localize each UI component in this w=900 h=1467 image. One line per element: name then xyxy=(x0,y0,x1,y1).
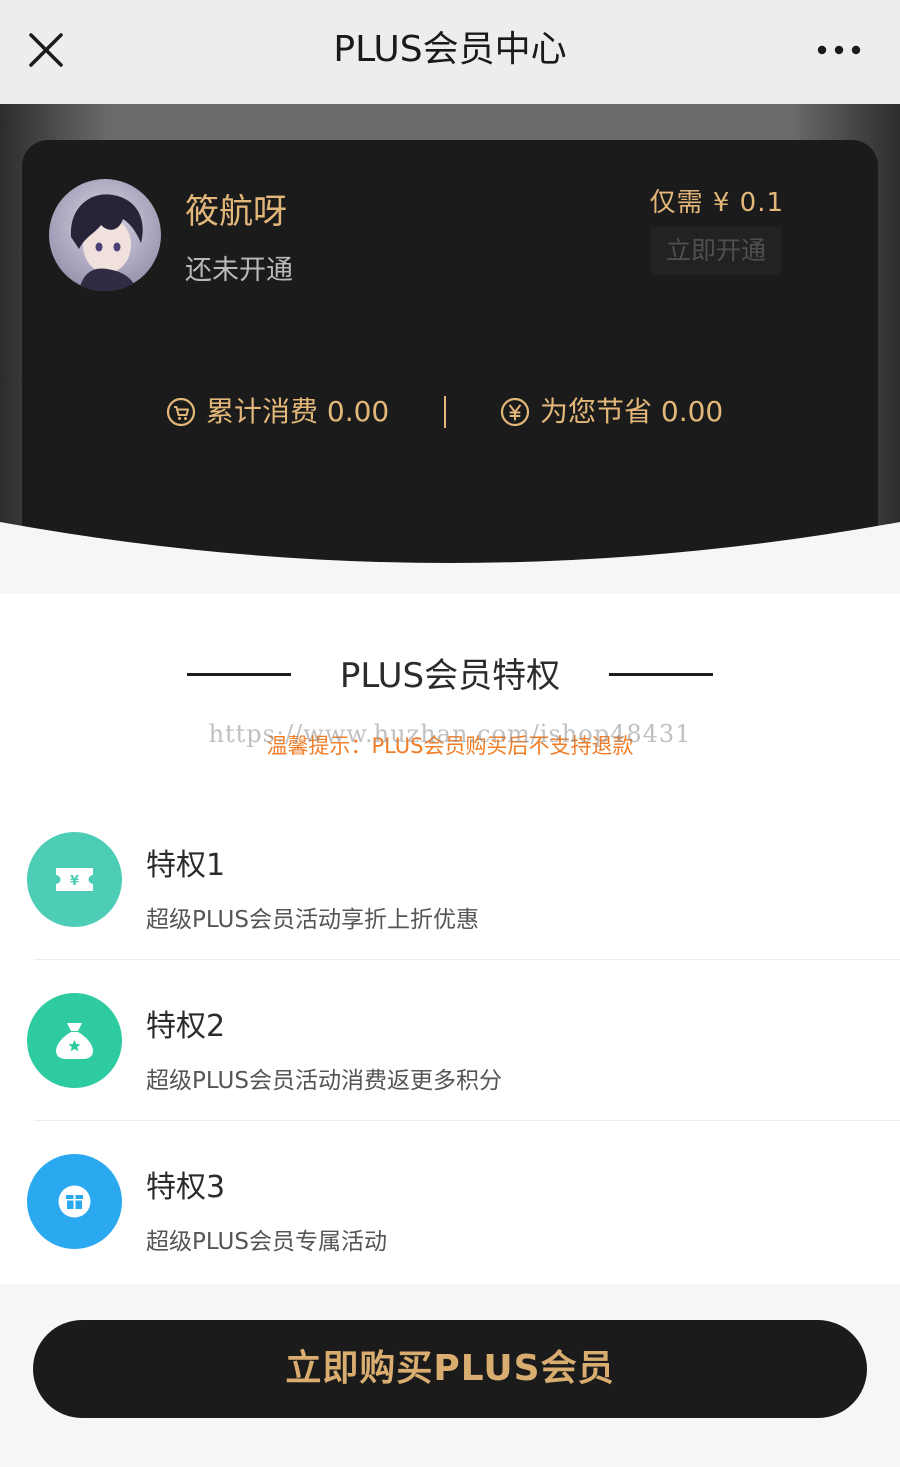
page-title: PLUS会员中心 xyxy=(333,29,567,70)
privilege-title: 特权1 xyxy=(146,848,226,883)
privilege-desc: 超级PLUS会员专属活动 xyxy=(146,1229,387,1255)
yen-coin-icon xyxy=(500,397,530,427)
stats-divider xyxy=(444,396,446,428)
amount-saved: 为您节省 0.00 xyxy=(500,390,760,434)
privilege-item-3[interactable]: 特权3 超级PLUS会员专属活动 xyxy=(0,1122,900,1282)
watermark: https://www.huzhan.com/ishop48431 xyxy=(208,720,692,748)
privilege-item-2[interactable]: 特权2 超级PLUS会员活动消费返更多积分 xyxy=(0,961,900,1121)
privilege-item-1[interactable]: ¥ 特权1 超级PLUS会员活动享折上折优惠 xyxy=(0,800,900,960)
stats-row: 累计消费 0.00 为您节省 0.00 xyxy=(0,390,900,434)
more-horizontal-icon[interactable] xyxy=(816,40,862,60)
user-name: 筱航呀 xyxy=(185,192,287,232)
privilege-desc: 超级PLUS会员活动享折上折优惠 xyxy=(146,907,479,933)
membership-status: 还未开通 xyxy=(185,255,293,286)
money-bag-icon xyxy=(27,993,122,1088)
privileges-section: PLUS会员特权 温馨提示：PLUS会员购买后不支持退款 https://www… xyxy=(0,594,900,1284)
svg-text:¥: ¥ xyxy=(70,874,79,889)
privilege-desc: 超级PLUS会员活动消费返更多积分 xyxy=(146,1068,502,1094)
shopping-cart-icon xyxy=(166,397,196,427)
title-rule-right xyxy=(609,673,713,676)
nav-bar: PLUS会员中心 xyxy=(0,0,900,104)
coupon-icon: ¥ xyxy=(27,832,122,927)
avatar[interactable] xyxy=(49,179,161,291)
amount-saved-label: 为您节省 0.00 xyxy=(540,395,724,428)
divider xyxy=(34,959,900,960)
price-label: 仅需 ¥ 0.1 xyxy=(649,188,784,218)
privilege-title: 特权2 xyxy=(146,1009,226,1044)
buy-plus-button[interactable]: 立即购买PLUS会员 xyxy=(33,1320,867,1418)
section-title: PLUS会员特权 xyxy=(339,656,561,696)
divider xyxy=(34,1120,900,1121)
gift-icon xyxy=(27,1154,122,1249)
member-hero xyxy=(0,104,900,594)
open-now-button[interactable]: 立即开通 xyxy=(650,227,782,275)
total-spent-label: 累计消费 0.00 xyxy=(206,395,390,428)
privilege-title: 特权3 xyxy=(146,1170,226,1205)
hero-wave xyxy=(0,522,900,594)
total-spent: 累计消费 0.00 xyxy=(166,390,406,434)
